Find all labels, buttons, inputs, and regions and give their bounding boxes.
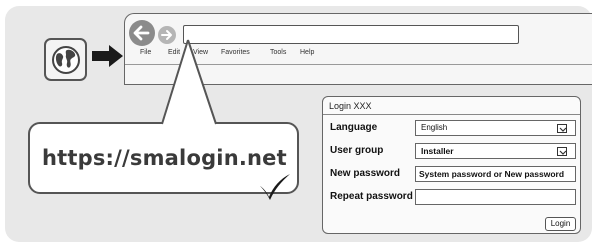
new-password-label: New password (330, 168, 401, 179)
login-dialog: Login XXX Language English User group In… (322, 96, 581, 234)
dropdown-chevron-icon (557, 124, 567, 133)
repeat-password-input[interactable] (415, 189, 576, 205)
login-title: Login XXX (323, 97, 580, 115)
checkmark-icon (260, 174, 290, 200)
dropdown-chevron-icon (557, 147, 567, 156)
user-group-label: User group (330, 145, 384, 156)
repeat-password-label: Repeat password (330, 191, 413, 202)
user-group-value: Installer (421, 146, 454, 156)
new-password-value: System password or New password (419, 169, 565, 179)
language-label: Language (330, 122, 378, 133)
language-value: English (421, 123, 448, 132)
login-button[interactable]: Login (545, 217, 576, 231)
new-password-input[interactable]: System password or New password (415, 166, 576, 182)
language-select[interactable]: English (415, 120, 576, 136)
user-group-select[interactable]: Installer (415, 143, 576, 159)
